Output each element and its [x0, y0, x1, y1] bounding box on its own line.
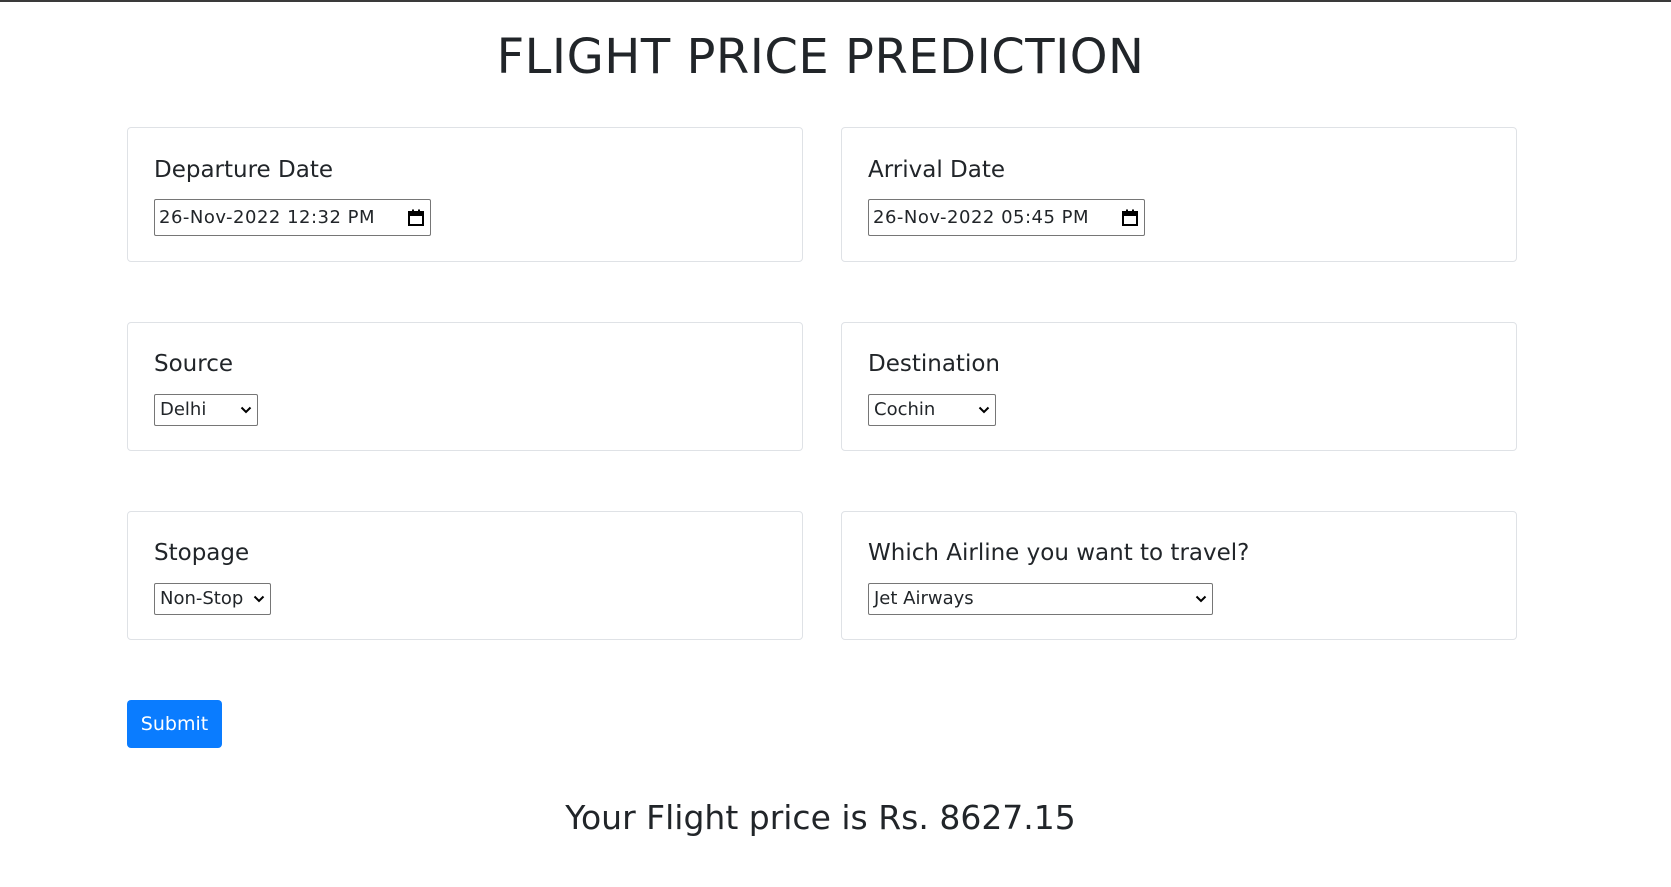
- stopage-label: Stopage: [154, 540, 250, 566]
- predicted-price-text: Your Flight price is Rs. 8627.15: [565, 798, 1076, 837]
- chevron-down-icon: [253, 595, 265, 603]
- destination-card: Destination Cochin: [841, 322, 1517, 451]
- arrival-date-input[interactable]: 26-Nov-2022 05:45 PM: [868, 199, 1145, 236]
- source-select[interactable]: Delhi: [154, 394, 258, 426]
- stopage-card: Stopage Non-Stop: [127, 511, 803, 640]
- chevron-down-icon: [978, 406, 990, 414]
- stopage-select[interactable]: Non-Stop: [154, 583, 271, 615]
- destination-label: Destination: [868, 351, 1000, 377]
- page-title: FLIGHT PRICE PREDICTION: [496, 29, 1145, 85]
- submit-button[interactable]: Submit: [127, 700, 222, 748]
- arrival-date-value: 26-Nov-2022 05:45 PM: [873, 207, 1090, 228]
- top-border: [0, 0, 1671, 2]
- departure-date-card: Departure Date 26-Nov-2022 12:32 PM: [127, 127, 803, 262]
- departure-date-label: Departure Date: [154, 157, 333, 183]
- airline-select[interactable]: Jet Airways: [868, 583, 1213, 615]
- arrival-date-label: Arrival Date: [868, 157, 1006, 183]
- source-label: Source: [154, 351, 233, 377]
- source-card: Source Delhi: [127, 322, 803, 451]
- departure-date-input[interactable]: 26-Nov-2022 12:32 PM: [154, 199, 431, 236]
- destination-select[interactable]: Cochin: [868, 394, 996, 426]
- airline-label: Which Airline you want to travel?: [868, 540, 1250, 566]
- calendar-icon[interactable]: [1122, 209, 1138, 226]
- chevron-down-icon: [1195, 595, 1207, 603]
- destination-selected-value: Cochin: [874, 399, 936, 420]
- chevron-down-icon: [240, 406, 252, 414]
- calendar-icon[interactable]: [408, 209, 424, 226]
- arrival-date-card: Arrival Date 26-Nov-2022 05:45 PM: [841, 127, 1517, 262]
- airline-card: Which Airline you want to travel? Jet Ai…: [841, 511, 1517, 640]
- source-selected-value: Delhi: [160, 399, 207, 420]
- departure-date-value: 26-Nov-2022 12:32 PM: [159, 207, 376, 228]
- airline-selected-value: Jet Airways: [874, 588, 974, 609]
- stopage-selected-value: Non-Stop: [160, 588, 244, 609]
